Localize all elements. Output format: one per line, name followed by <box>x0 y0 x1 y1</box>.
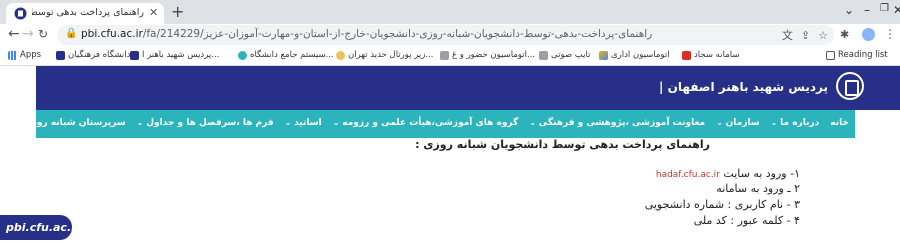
bookmark-item[interactable]: سیستم جامع دانشگاه... <box>238 50 334 60</box>
bookmark-item[interactable]: دانشگاه فرهنگیان <box>56 50 130 60</box>
nav-dorm-supervisors[interactable]: سرپرستان شبانه روزی پردیس <box>0 118 126 128</box>
document-icon <box>539 50 548 60</box>
minimize-icon[interactable]: – <box>864 3 870 17</box>
nav-professors[interactable]: اساتید <box>285 118 322 128</box>
nav-deputy[interactable]: معاونت آموزشی ،پژوهشی و فرهنگی <box>529 118 705 128</box>
profile-avatar[interactable] <box>862 28 875 41</box>
tab-close-icon[interactable]: ✕ <box>149 6 158 19</box>
lock-icon[interactable]: 🔒 <box>65 28 77 39</box>
bookmark-label: سامانه سجاد <box>694 50 740 60</box>
bookmark-label: Apps <box>20 50 42 60</box>
extensions-icon[interactable]: ✱ <box>840 28 849 41</box>
bookmark-item[interactable]: سامانه سجاد <box>682 50 739 60</box>
chevron-down-icon[interactable]: ⌄ <box>844 3 854 17</box>
brand-text: pbi.cfu.ac.ir <box>6 221 81 234</box>
active-tab[interactable]: راهنمای پرداخت بدهی توسط دانشجویان ✕ <box>6 3 164 24</box>
bookmark-label: زیر پورتال حدید تهران... <box>348 50 434 60</box>
bookmark-item[interactable]: زیر پورتال حدید تهران... <box>336 50 434 60</box>
university-favicon-icon <box>14 7 27 20</box>
forward-icon[interactable]: → <box>22 26 34 42</box>
bookmark-star-icon[interactable]: ☆ <box>818 29 828 42</box>
reload-icon[interactable]: ↻ <box>38 27 48 41</box>
university-logo-icon[interactable] <box>836 72 864 100</box>
address-bar[interactable]: 🔒 pbi.cfu.ac.ir/fa/214229/راهنمای-پرداخت… <box>57 25 834 45</box>
hadaf-link[interactable]: hadaf.cfu.ac.ir <box>656 170 720 180</box>
share-icon[interactable]: ⇪ <box>801 29 810 42</box>
step-3: ۳ - نام کاربری : شماره دانشجویی <box>644 198 800 211</box>
url-text[interactable]: pbi.cfu.ac.ir/fa/214229/راهنمای-پرداخت-ب… <box>81 28 652 40</box>
automation-icon <box>599 50 608 60</box>
reading-list-label: Reading list <box>838 50 888 60</box>
university-icon <box>56 50 65 60</box>
bookmark-label: سیستم جامع دانشگاه... <box>250 50 334 60</box>
url-host: pbi.cfu.ac.ir <box>81 28 143 40</box>
bookmark-item[interactable]: اتوماسیون اداری <box>599 50 670 60</box>
bookmarks-bar: Apps دانشگاه فرهنگیان پردیس شهید باهنر ا… <box>0 46 900 66</box>
reading-list[interactable]: Reading list <box>826 50 888 60</box>
bookmark-label: دانشگاه فرهنگیان <box>68 50 131 60</box>
bookmark-item[interactable]: پردیس شهید باهنر ا... <box>130 50 219 60</box>
bookmark-apps[interactable]: Apps <box>8 50 41 60</box>
university-icon <box>130 50 139 60</box>
reading-list-icon <box>826 50 835 60</box>
nav-about[interactable]: درباره ما <box>771 118 819 128</box>
article-content: راهنمای پرداخت بدهی توسط دانشجویان شبانه… <box>36 138 855 245</box>
nav-home[interactable]: خانه <box>830 118 849 128</box>
step-1: ۱- ورود به سایت hadaf.cfu.ac.ir <box>656 167 800 180</box>
translate-icon[interactable]: 文 <box>782 29 793 42</box>
browser-toolbar: ← → ↻ 🔒 pbi.cfu.ac.ir/fa/214229/راهنمای-… <box>0 24 900 46</box>
portal-icon <box>336 50 345 60</box>
nav-departments[interactable]: گروه های آموزشی،هیأت علمی و رزومه <box>333 118 518 128</box>
nav-organization[interactable]: سازمان <box>716 118 760 128</box>
step-4: ۴ - کلمه عبور : کد ملی <box>693 214 800 227</box>
apps-grid-icon <box>8 50 17 60</box>
article-heading: راهنمای پرداخت بدهی توسط دانشجویان شبانه… <box>415 138 710 151</box>
brand-badge: pbi.cfu.ac.ir <box>0 215 80 240</box>
menu-icon[interactable]: ⋮ <box>884 27 896 41</box>
main-nav: خانه درباره ما سازمان معاونت آموزشی ،پژو… <box>0 110 855 138</box>
bookmark-label: اتوماسیون اداری <box>611 50 670 60</box>
globe-icon <box>238 50 247 60</box>
bookmark-label: اتوماسیون حضور و غ... <box>452 50 536 60</box>
step-1-text: ۱- ورود به سایت <box>723 167 800 180</box>
tab-strip: راهنمای پرداخت بدهی توسط دانشجویان ✕ + ⌄… <box>0 0 900 24</box>
bookmark-label: پردیس شهید باهنر ا... <box>142 50 220 60</box>
sajad-icon <box>682 50 691 60</box>
back-icon[interactable]: ← <box>8 26 20 42</box>
site-title[interactable]: پردیس شهید باهنر اصفهان | <box>659 80 828 94</box>
close-window-icon[interactable]: ✕ <box>893 3 900 17</box>
tab-title: راهنمای پرداخت بدهی توسط دانشجویان <box>32 7 144 18</box>
nav-forms[interactable]: فرم ها ،سرفصل ها و جداول <box>137 118 273 128</box>
restore-icon[interactable]: ❐ <box>880 3 889 14</box>
document-icon <box>440 50 449 60</box>
bookmark-item[interactable]: اتوماسیون حضور و غ... <box>440 50 535 60</box>
bookmark-label: تایپ صوتی <box>551 50 591 60</box>
url-path: /fa/214229/راهنمای-پرداخت-بدهی-توسط-دانش… <box>142 28 653 40</box>
new-tab-icon[interactable]: + <box>171 2 184 21</box>
bookmark-item[interactable]: تایپ صوتی <box>539 50 590 60</box>
step-2: ۲ ـ ورود به سامانه <box>716 182 800 195</box>
site-header: پردیس شهید باهنر اصفهان | <box>36 66 900 110</box>
